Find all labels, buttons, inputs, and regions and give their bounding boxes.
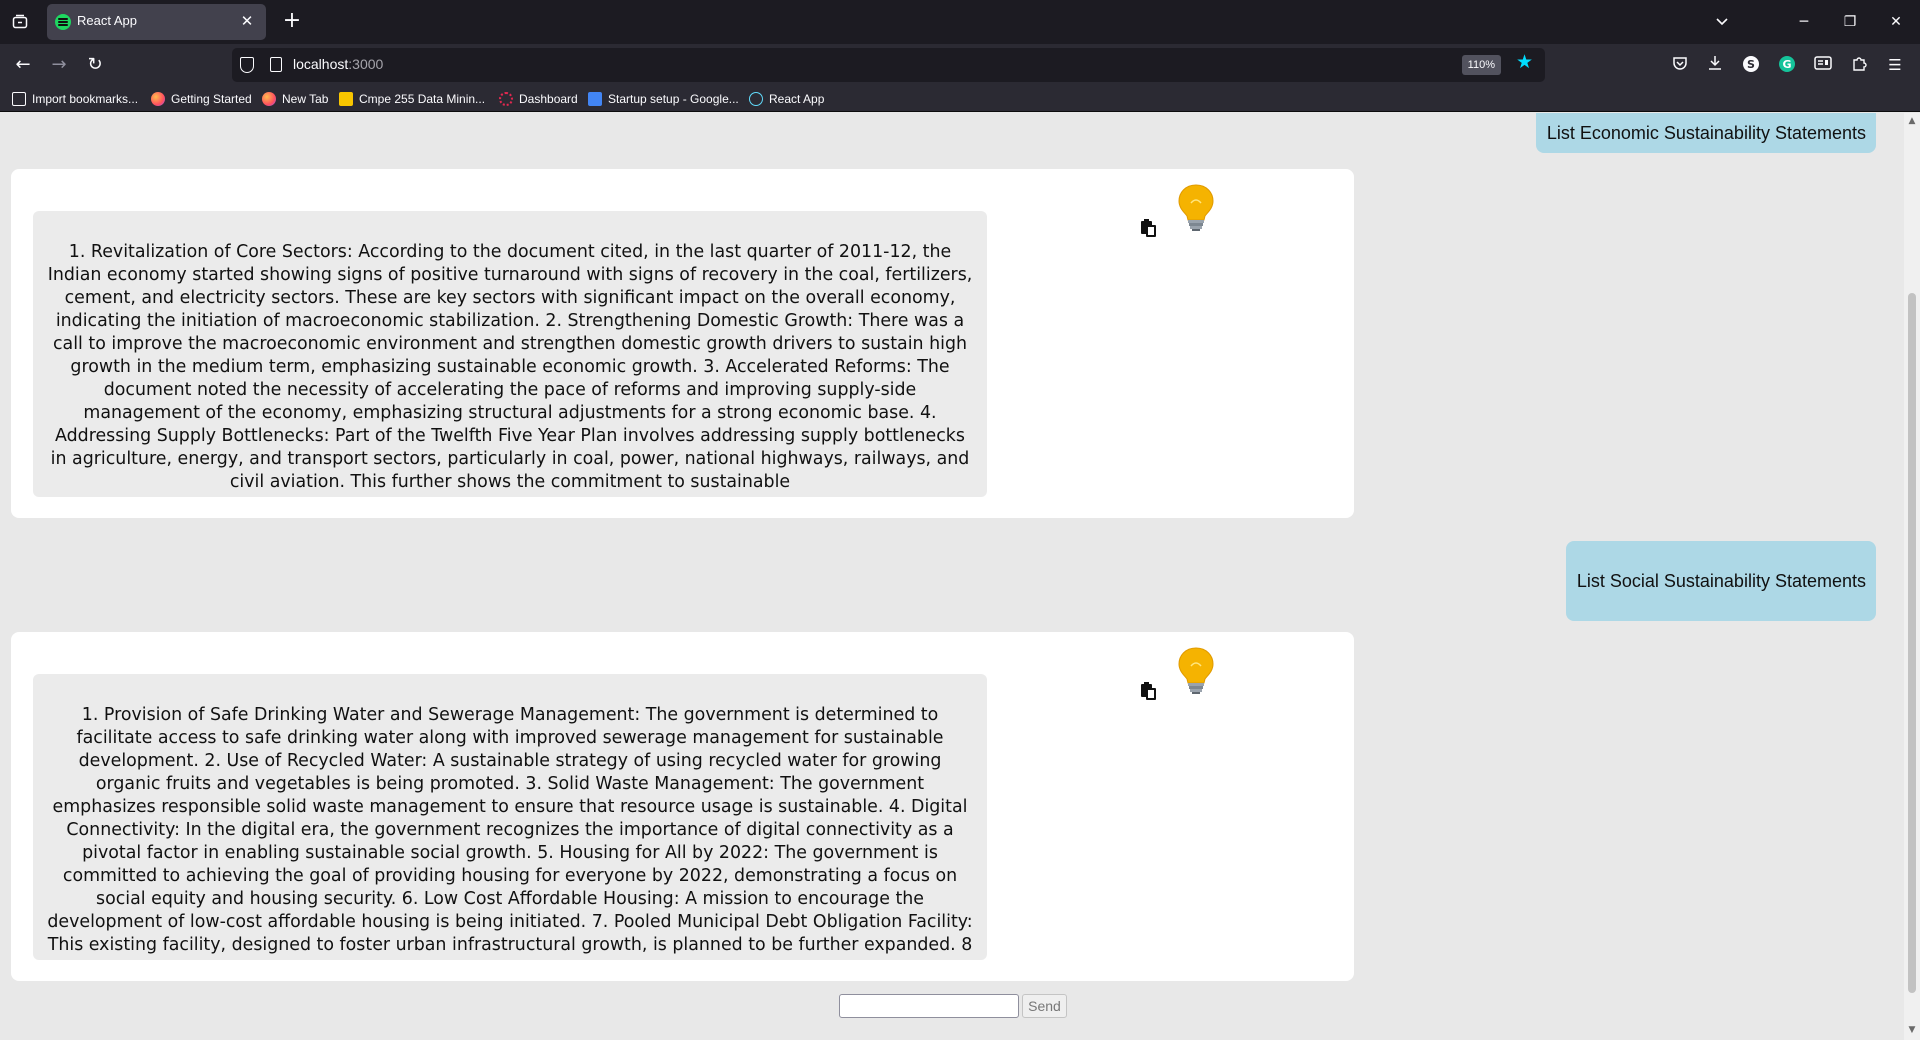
bookmark-startup-setup[interactable]: Startup setup - Google... [588, 91, 739, 107]
bookmark-label: Startup setup - Google... [608, 92, 739, 106]
bookmark-import[interactable]: Import bookmarks... [12, 91, 138, 107]
copy-icon[interactable] [1141, 219, 1157, 237]
dashboard-icon [499, 92, 513, 106]
scroll-up-arrow-icon[interactable]: ▲ [1906, 115, 1918, 127]
message-input[interactable] [839, 994, 1019, 1018]
bookmark-label: Import bookmarks... [32, 92, 139, 106]
send-button[interactable]: Send [1022, 994, 1067, 1018]
extensions-puzzle-icon[interactable] [1849, 55, 1869, 75]
tracking-shield-icon[interactable] [240, 57, 254, 73]
user-message-text: List Economic Sustainability Statements [1546, 123, 1866, 143]
page-scrollbar[interactable]: ▲ ▼ [1904, 113, 1920, 1040]
forward-arrow-icon[interactable]: → [44, 50, 74, 80]
page-info-icon[interactable] [270, 57, 282, 72]
reader-view-icon[interactable] [1813, 55, 1833, 75]
bookmark-star-icon[interactable]: ★ [1516, 51, 1533, 73]
folder-icon [339, 92, 353, 106]
bookmarks-toolbar: Import bookmarks... Getting Started New … [0, 86, 1920, 112]
lightbulb-icon[interactable] [1176, 646, 1216, 696]
import-icon [12, 92, 26, 106]
window-close-button[interactable]: ✕ [1874, 6, 1918, 38]
user-message-text: List Social Sustainability Statements [1576, 571, 1866, 591]
grammarly-icon[interactable]: G [1777, 55, 1797, 75]
bookmark-label: Dashboard [519, 92, 578, 106]
minimize-button[interactable]: ─ [1782, 6, 1826, 38]
bot-message-text: 1. Revitalization of Core Sectors: Accor… [33, 211, 987, 497]
copy-icon[interactable] [1141, 682, 1157, 700]
bookmark-dashboard[interactable]: Dashboard [499, 91, 578, 107]
bot-message-card: 1. Provision of Safe Drinking Water and … [11, 632, 1354, 981]
firefox-icon [262, 92, 276, 106]
svg-text:S: S [1747, 58, 1755, 71]
address-bar[interactable]: localhost:3000 110% ★ [232, 48, 1545, 82]
lightbulb-icon[interactable] [1176, 183, 1216, 233]
bookmark-label: New Tab [282, 92, 329, 106]
download-icon[interactable] [1705, 55, 1725, 75]
bookmark-new-tab[interactable]: New Tab [262, 91, 328, 107]
browser-tab-bar: React App ✕ + ─ ❐ ✕ [0, 0, 1920, 44]
reload-icon[interactable]: ↻ [80, 50, 110, 80]
firefox-icon [151, 92, 165, 106]
pocket-icon[interactable] [1670, 55, 1690, 75]
bookmark-label: Cmpe 255 Data Minin... [359, 92, 486, 106]
back-arrow-icon[interactable]: ← [8, 50, 38, 80]
react-icon [749, 92, 763, 106]
bookmark-label: React App [769, 92, 825, 106]
bookmark-label: Getting Started [171, 92, 252, 106]
bookmark-react-app[interactable]: React App [749, 91, 824, 107]
bot-message-card: 1. Revitalization of Core Sectors: Accor… [11, 169, 1354, 518]
browser-nav-bar: ← → ↻ localhost:3000 110% ★ S G ☰ [0, 44, 1920, 86]
tab-react-app[interactable]: React App ✕ [47, 4, 266, 40]
new-tab-button[interactable]: + [278, 8, 306, 36]
user-message-bubble: List Social Sustainability Statements [1565, 541, 1876, 621]
url-text[interactable]: localhost:3000 [293, 56, 383, 72]
tab-overview-icon[interactable] [6, 8, 34, 36]
bot-message-text: 1. Provision of Safe Drinking Water and … [33, 674, 987, 960]
spotify-icon [55, 14, 71, 30]
menu-hamburger-icon[interactable]: ☰ [1885, 55, 1905, 75]
url-host: localhost [293, 56, 349, 72]
tab-title: React App [77, 13, 137, 28]
scrollbar-thumb[interactable] [1908, 293, 1916, 993]
svg-text:G: G [1782, 58, 1791, 71]
zoom-level-badge[interactable]: 110% [1461, 55, 1501, 75]
scroll-down-arrow-icon[interactable]: ▼ [1906, 1024, 1918, 1036]
bookmark-getting-started[interactable]: Getting Started [151, 91, 252, 107]
url-port: :3000 [348, 56, 384, 72]
restore-button[interactable]: ❐ [1828, 6, 1872, 38]
bookmark-cmpe-255[interactable]: Cmpe 255 Data Minin... [339, 91, 485, 107]
docs-icon [588, 92, 602, 106]
close-icon[interactable]: ✕ [234, 8, 260, 34]
chat-page: List Economic Sustainability Statements … [0, 113, 1904, 1040]
user-message-bubble: List Economic Sustainability Statements [1535, 113, 1876, 153]
extension-s-icon[interactable]: S [1741, 55, 1761, 75]
list-all-tabs-chevron-icon[interactable] [1708, 8, 1736, 36]
